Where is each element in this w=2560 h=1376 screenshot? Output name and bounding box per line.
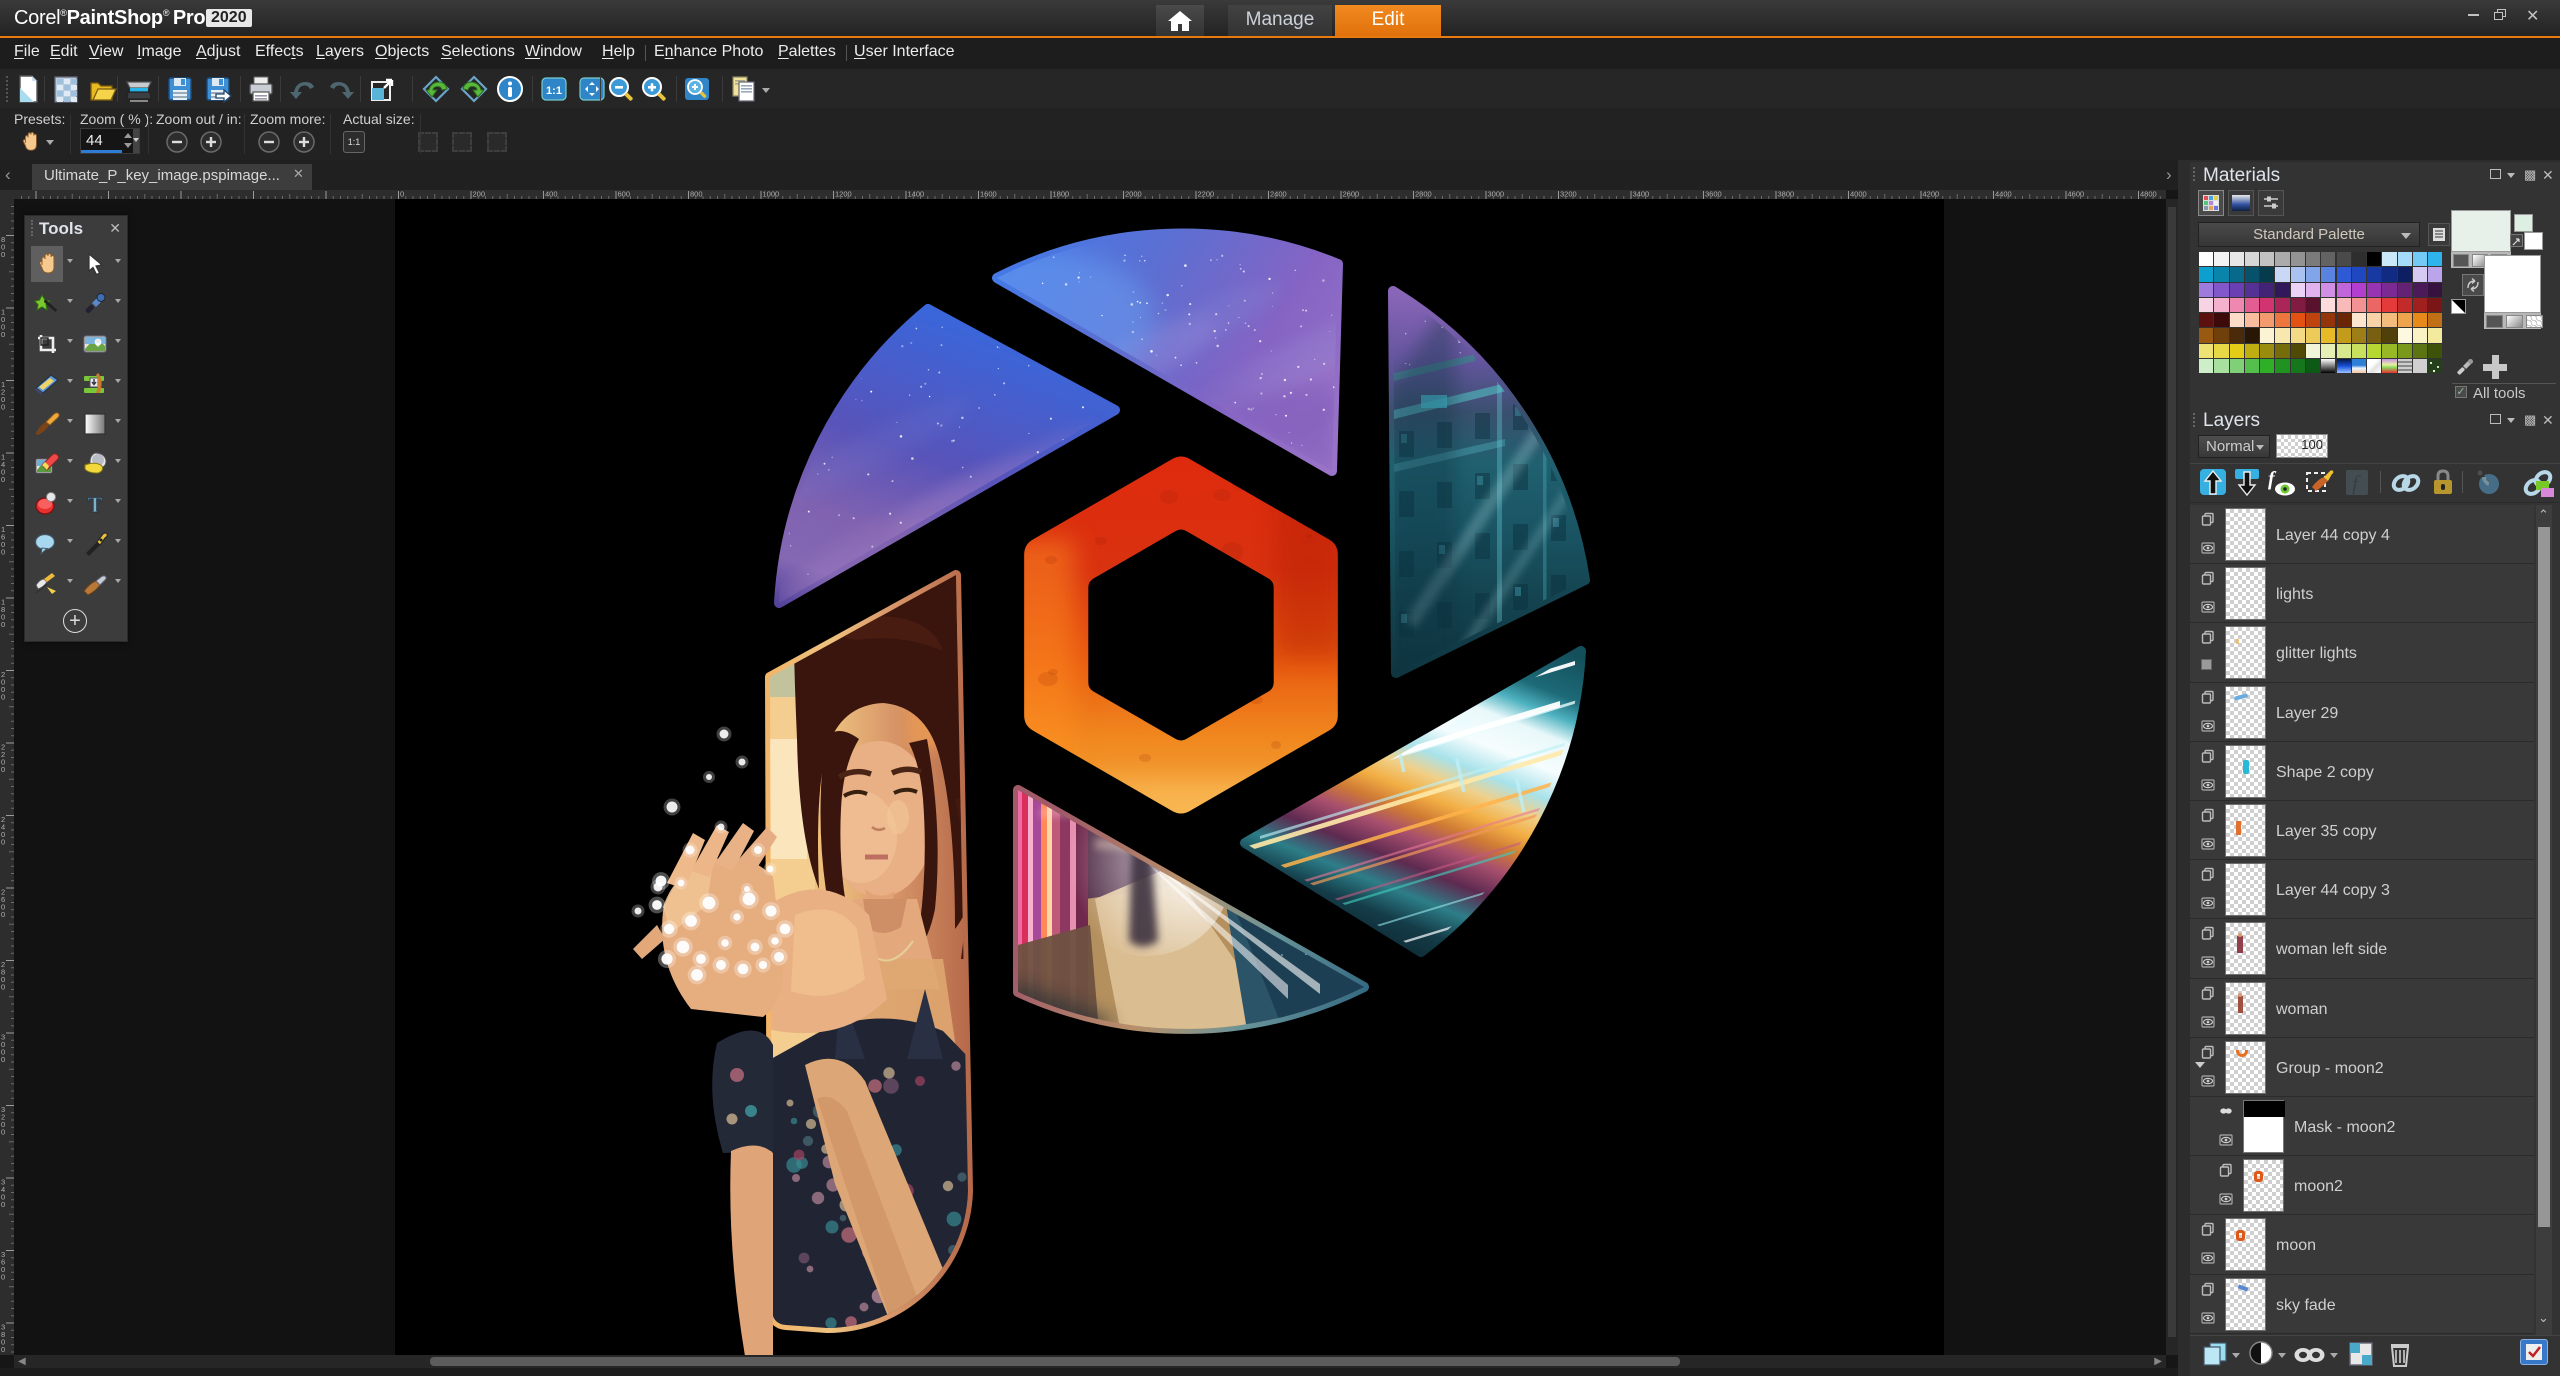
svg-text:0: 0 — [1, 475, 5, 484]
svg-text:0: 0 — [1, 330, 5, 339]
svg-text:2800: 2800 — [1415, 190, 1432, 199]
svg-text:1000: 1000 — [763, 190, 780, 199]
svg-text:4600: 4600 — [2068, 190, 2085, 199]
svg-text:3200: 3200 — [1560, 190, 1577, 199]
svg-text:0: 0 — [1, 1345, 5, 1354]
svg-text:1200: 1200 — [835, 190, 852, 199]
svg-text:0: 0 — [1, 1273, 5, 1282]
svg-text:0: 0 — [1, 693, 5, 702]
svg-text:800: 800 — [690, 190, 703, 199]
svg-text:600: 600 — [618, 190, 631, 199]
svg-text:T: T — [88, 492, 103, 517]
svg-text:2200: 2200 — [1198, 190, 1215, 199]
svg-text:2000: 2000 — [1125, 190, 1142, 199]
svg-text:0: 0 — [1, 620, 5, 629]
svg-text:0: 0 — [1, 983, 5, 992]
svg-text:0: 0 — [1, 838, 5, 847]
svg-text:200: 200 — [473, 190, 486, 199]
svg-text:3600: 3600 — [1705, 190, 1722, 199]
svg-text:0: 0 — [1, 1200, 5, 1209]
svg-text:0: 0 — [1, 403, 5, 412]
svg-text:400: 400 — [545, 190, 558, 199]
svg-text:1600: 1600 — [980, 190, 997, 199]
svg-text:4200: 4200 — [1923, 190, 1940, 199]
svg-text:3400: 3400 — [1633, 190, 1650, 199]
svg-text:4400: 4400 — [1995, 190, 2012, 199]
svg-text:0: 0 — [1, 765, 5, 774]
svg-text:4000: 4000 — [1850, 190, 1867, 199]
svg-text:2400: 2400 — [1270, 190, 1287, 199]
svg-text:0: 0 — [1, 548, 5, 557]
svg-text:1:1: 1:1 — [546, 85, 562, 97]
svg-text:3000: 3000 — [1488, 190, 1505, 199]
svg-text:0: 0 — [1, 1055, 5, 1064]
svg-text:0: 0 — [400, 190, 404, 199]
svg-text:1400: 1400 — [908, 190, 925, 199]
svg-text:0: 0 — [1, 1128, 5, 1137]
svg-text:2600: 2600 — [1343, 190, 1360, 199]
svg-text:3800: 3800 — [1778, 190, 1795, 199]
svg-text:4800: 4800 — [2140, 190, 2157, 199]
svg-text:0: 0 — [1, 910, 5, 919]
svg-text:0: 0 — [1, 250, 5, 259]
svg-text:1800: 1800 — [1053, 190, 1070, 199]
